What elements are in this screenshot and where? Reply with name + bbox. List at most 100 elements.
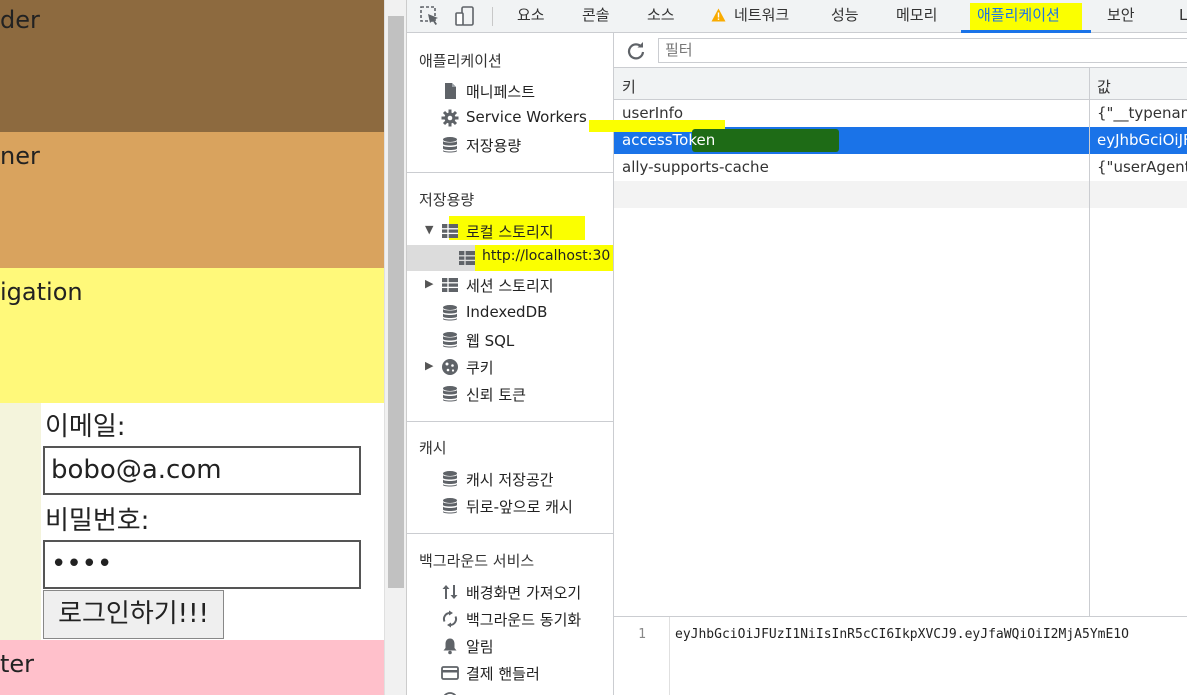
sidebar-item-cache-storage[interactable]: 캐시 저장공간 (407, 466, 613, 492)
password-field[interactable]: •••• (43, 540, 361, 589)
database-icon (443, 498, 457, 514)
tab-network[interactable]: 네트워크 (734, 0, 789, 33)
main-section: 이메일: bobo@a.com 비밀번호: •••• 로그인하기!!! (0, 403, 384, 640)
database-icon (443, 332, 457, 348)
sync-icon (442, 610, 458, 628)
sidebar-item-label: http://localhost:30 (482, 248, 611, 264)
sidebar-item-partial[interactable] (407, 687, 613, 695)
collapsed-arrow-icon[interactable]: ▶ (425, 277, 433, 290)
banner-text: ner (0, 142, 40, 170)
tab-performance[interactable]: 성능 (831, 0, 859, 33)
warning-icon (711, 8, 726, 22)
sidebar-item-payment-handler[interactable]: 결제 핸들러 (407, 660, 613, 686)
sidebar-item-session-storage[interactable]: ▶ 세션 스토리지 (407, 272, 613, 298)
password-label: 비밀번호: (45, 506, 150, 536)
sidebar-item-indexeddb[interactable]: IndexedDB (407, 300, 613, 326)
database-icon (443, 386, 457, 402)
sidebar-item-label: 쿠키 (466, 359, 494, 377)
sidebar-item-service-workers[interactable]: Service Workers (407, 105, 613, 131)
column-header-value[interactable]: 값 (1097, 76, 1111, 97)
row-key: ally-supports-cache (622, 158, 769, 176)
clock-icon (443, 692, 457, 695)
sidebar-item-cookies[interactable]: ▶ 쿠키 (407, 354, 613, 380)
device-toolbar-icon[interactable] (454, 5, 476, 27)
tab-sources[interactable]: 소스 (647, 0, 675, 33)
table-row-selected[interactable]: accessToken eyJhbGciOiJF (589, 120, 1187, 154)
web-page: der ner igation 이메일: bobo@a.com 비밀번호: ••… (0, 0, 384, 695)
header-section: der (0, 0, 384, 132)
sidebar-item-label: 백그라운드 동기화 (466, 611, 582, 629)
database-icon (443, 137, 457, 153)
footer-text: ter (0, 650, 35, 678)
row-key: accessToken (622, 131, 716, 149)
inspect-element-icon[interactable] (419, 5, 441, 27)
navigation-text: igation (0, 278, 83, 306)
sidebar-item-manifest[interactable]: 매니페스트 (407, 78, 613, 104)
email-label: 이메일: (45, 412, 126, 442)
table-grid-icon (442, 278, 458, 292)
column-header-key[interactable]: 키 (622, 76, 636, 97)
expanded-arrow-icon[interactable]: ▼ (425, 223, 433, 236)
table-row[interactable]: ally-supports-cache {"userAgent" (614, 154, 1187, 181)
row-value: {"__typename (1097, 104, 1187, 122)
storage-main: 필터 키 값 userInfo {"__typename accessToken… (589, 33, 1187, 695)
sidebar-item-label: 저장용량 (466, 137, 522, 155)
section-application: 애플리케이션 (419, 52, 502, 70)
tab-console[interactable]: 콘솔 (582, 0, 610, 33)
bell-icon (443, 638, 457, 655)
filter-input[interactable]: 필터 (658, 38, 1187, 63)
sidebar-item-label: 캐시 저장공간 (466, 471, 554, 489)
application-sidebar: 애플리케이션 매니페스트 Service Workers 저장용량 저장용량 ▼… (407, 33, 614, 695)
tab-application[interactable]: 애플리케이션 (977, 0, 1060, 33)
footer-section: ter (0, 640, 384, 695)
sidebar-item-background-fetch[interactable]: 배경화면 가져오기 (407, 579, 613, 605)
refresh-icon[interactable] (626, 41, 646, 61)
sidebar-item-storage[interactable]: 저장용량 (407, 132, 613, 158)
up-down-arrows-icon (442, 585, 458, 599)
sidebar-item-label: 로컬 스토리지 (466, 223, 554, 241)
sidebar-item-localhost[interactable]: http://localhost:30 (407, 245, 613, 271)
sidebar-item-label: 배경화면 가져오기 (466, 584, 582, 602)
sidebar-item-label: 신뢰 토큰 (466, 386, 526, 404)
sidebar-item-label: IndexedDB (466, 303, 548, 321)
table-row-empty (614, 181, 1187, 208)
main-side-column (0, 403, 41, 640)
database-icon (443, 305, 457, 321)
gear-icon (441, 109, 459, 127)
row-value: {"userAgent" (1097, 158, 1187, 176)
storage-toolbar: 필터 (614, 33, 1187, 68)
tab-lighthouse[interactable]: L (1179, 0, 1187, 33)
sidebar-item-back-forward-cache[interactable]: 뒤로-앞으로 캐시 (407, 493, 613, 519)
devtools-panel: 요소 콘솔 소스 네트워크 성능 메모리 애플리케이션 보안 L 애플리케이션 (406, 0, 1187, 695)
file-icon (445, 83, 456, 99)
sidebar-item-trust-tokens[interactable]: 신뢰 토큰 (407, 381, 613, 407)
tab-memory[interactable]: 메모리 (896, 0, 937, 33)
preview-text[interactable]: eyJhbGciOiJFUzI1NiIsInR5cCI6IkpXVCJ9.eyJ… (675, 627, 1129, 642)
table-grid-icon (442, 224, 458, 238)
screen: der ner igation 이메일: bobo@a.com 비밀번호: ••… (0, 0, 1187, 695)
email-field[interactable]: bobo@a.com (43, 446, 361, 495)
column-divider (1089, 68, 1090, 616)
sidebar-item-label: 뒤로-앞으로 캐시 (466, 498, 573, 516)
page-scrollbar[interactable] (384, 0, 406, 695)
tab-security[interactable]: 보안 (1107, 0, 1135, 33)
row-value: eyJhbGciOiJF (1097, 131, 1187, 149)
sidebar-item-background-sync[interactable]: 백그라운드 동기화 (407, 606, 613, 632)
header-text: der (0, 6, 40, 34)
database-icon (443, 471, 457, 487)
sidebar-item-label: 결제 핸들러 (466, 665, 540, 683)
toolbar-divider (492, 7, 493, 26)
section-cache: 캐시 (419, 439, 447, 457)
sidebar-item-notifications[interactable]: 알림 (407, 633, 613, 659)
section-divider (407, 172, 613, 173)
sidebar-item-local-storage[interactable]: ▼ 로컬 스토리지 (407, 218, 613, 244)
credit-card-icon (441, 666, 459, 680)
sidebar-item-websql[interactable]: 웹 SQL (407, 327, 613, 353)
collapsed-arrow-icon[interactable]: ▶ (425, 359, 433, 372)
page-scrollbar-thumb[interactable] (388, 16, 404, 588)
table-header: 키 값 (614, 68, 1187, 100)
tab-elements[interactable]: 요소 (517, 0, 545, 33)
sidebar-item-label: 웹 SQL (466, 332, 515, 350)
login-button[interactable]: 로그인하기!!! (43, 590, 224, 639)
value-preview: 1 eyJhbGciOiJFUzI1NiIsInR5cCI6IkpXVCJ9.e… (614, 616, 1187, 695)
